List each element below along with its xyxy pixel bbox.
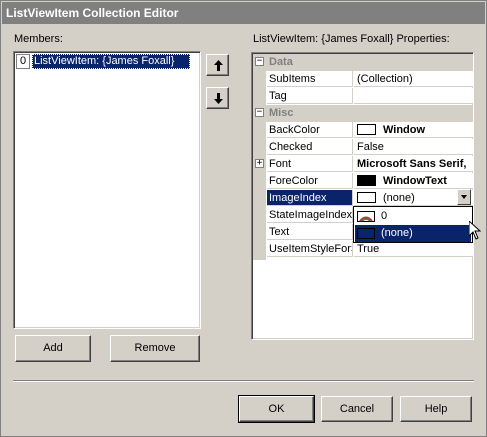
member-index: 0 <box>16 54 30 69</box>
help-button[interactable]: Help <box>400 396 472 422</box>
move-down-button[interactable] <box>206 87 229 109</box>
separator <box>13 380 474 382</box>
remove-button[interactable]: Remove <box>110 335 200 362</box>
image-swatch <box>357 192 376 203</box>
collapse-icon[interactable]: − <box>255 108 264 117</box>
property-row-checked[interactable]: Checked False <box>253 139 473 156</box>
expand-icon[interactable]: + <box>255 159 264 168</box>
property-name: StateImageIndex <box>267 207 353 223</box>
imageindex-dropdown-list[interactable]: 0 (none) <box>353 206 473 243</box>
property-name: ImageIndex <box>267 190 353 206</box>
property-value[interactable] <box>354 88 473 104</box>
empty-image-icon <box>357 228 375 239</box>
property-name: UseItemStyleForSubItems <box>267 241 353 257</box>
property-row-subitems[interactable]: SubItems (Collection) <box>253 71 473 88</box>
property-name: Checked <box>267 139 353 155</box>
dialog-title: ListViewItem Collection Editor <box>2 2 485 24</box>
property-value[interactable]: Microsoft Sans Serif, <box>354 156 473 172</box>
move-up-button[interactable] <box>206 54 229 76</box>
property-value[interactable]: Window <box>354 122 473 138</box>
property-name: Tag <box>267 88 353 104</box>
category-data[interactable]: − Data <box>253 54 473 71</box>
value-text: WindowText <box>383 175 447 187</box>
value-text: Window <box>383 124 426 136</box>
category-label: Data <box>269 56 293 68</box>
property-row-tag[interactable]: Tag <box>253 88 473 105</box>
property-grid[interactable]: − Data SubItems (Collection) Tag − Misc … <box>251 52 474 340</box>
property-value[interactable]: False <box>354 139 473 155</box>
property-name: ForeColor <box>267 173 353 189</box>
properties-label: ListViewItem: {James Foxall} Properties: <box>253 33 450 45</box>
arrow-down-icon <box>214 93 223 104</box>
color-swatch <box>357 124 376 135</box>
mouse-cursor-icon <box>469 221 481 240</box>
property-row-font[interactable]: + Font Microsoft Sans Serif, <box>253 156 473 173</box>
property-row-useitemstyle[interactable]: UseItemStyleForSubItems True <box>253 241 473 258</box>
value-text: (none) <box>383 192 415 204</box>
property-row-backcolor[interactable]: BackColor Window <box>253 122 473 139</box>
arrow-up-icon <box>214 60 223 71</box>
dropdown-option[interactable]: 0 <box>355 208 471 225</box>
property-name: BackColor <box>267 122 353 138</box>
ok-button[interactable]: OK <box>238 395 315 423</box>
property-value[interactable]: (none) <box>354 190 473 206</box>
property-name: Font <box>267 156 353 172</box>
property-value[interactable]: True <box>354 241 473 257</box>
option-label: 0 <box>381 210 388 222</box>
dropdown-option[interactable]: (none) <box>355 225 471 242</box>
members-label: Members: <box>14 33 63 45</box>
property-row-forecolor[interactable]: ForeColor WindowText <box>253 173 473 190</box>
dropdown-arrow-button[interactable] <box>457 189 471 205</box>
member-label: ListViewItem: {James Foxall} <box>32 54 190 69</box>
property-name: SubItems <box>267 71 353 87</box>
property-row-imageindex[interactable]: ImageIndex (none) <box>253 190 473 207</box>
cancel-button[interactable]: Cancel <box>321 396 393 422</box>
color-swatch <box>357 175 376 186</box>
category-label: Misc <box>269 107 294 119</box>
property-value[interactable]: WindowText <box>354 173 473 189</box>
category-misc[interactable]: − Misc <box>253 105 473 122</box>
list-item[interactable]: 0 ListViewItem: {James Foxall} <box>16 54 198 69</box>
property-name: Text <box>267 224 353 240</box>
image-thumbnail-icon <box>357 211 375 222</box>
collection-editor-dialog: ListViewItem Collection Editor Members: … <box>0 0 487 437</box>
property-value[interactable]: (Collection) <box>354 71 473 87</box>
option-label: (none) <box>381 227 413 239</box>
collapse-icon[interactable]: − <box>255 57 264 66</box>
members-list[interactable]: 0 ListViewItem: {James Foxall} <box>13 51 201 329</box>
add-button[interactable]: Add <box>15 335 91 362</box>
